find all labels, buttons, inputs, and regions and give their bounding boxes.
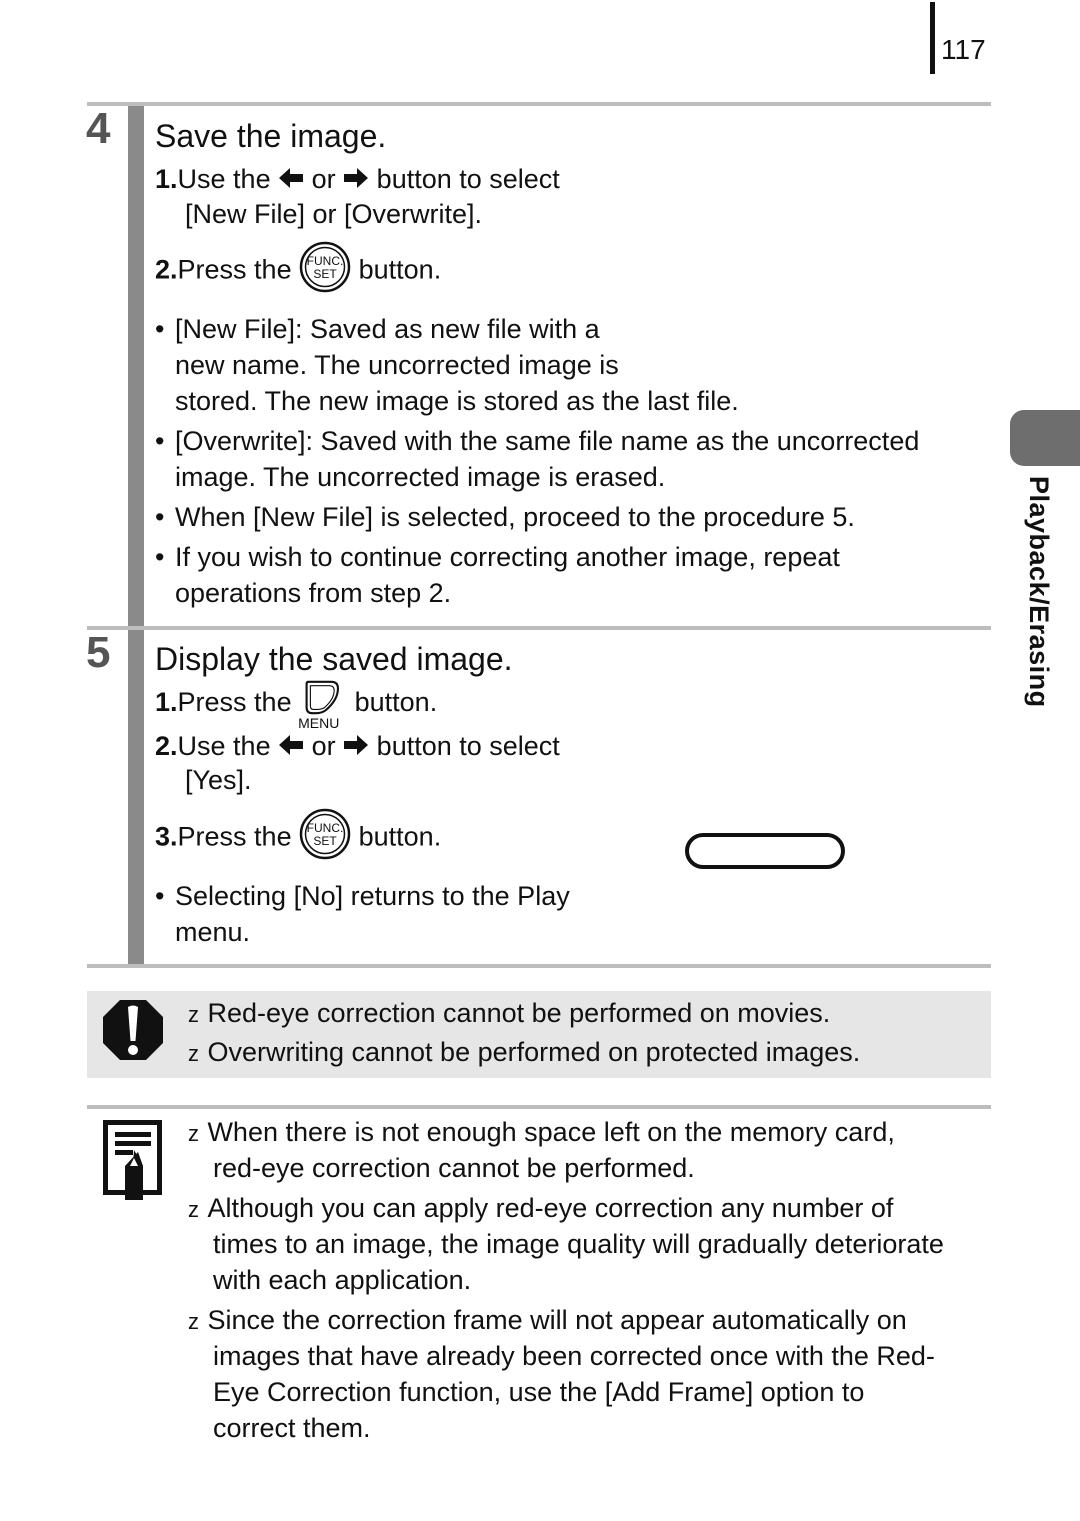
step-number: 4 [86,104,111,153]
caution-item: z Red-eye correction cannot be performed… [188,998,830,1029]
svg-text:FUNC.: FUNC. [307,821,344,835]
note-bullet-marker: z [188,1121,199,1146]
step-5-bar [128,630,144,964]
substep-text: or [311,731,336,761]
section-tab-label: Playback/Erasing [1024,476,1054,708]
note-item: z Since the correction frame will not ap… [188,1305,907,1335]
substep: 2.Press the FUNC. SET button. [155,241,441,302]
step-number: 5 [86,628,111,677]
func-set-button-icon: FUNC. SET [299,241,351,302]
step-4-bar [128,106,144,626]
page-number: 117 [941,34,986,65]
page-number-bar [930,2,935,74]
caution-item: z Overwriting cannot be performed on pro… [188,1037,860,1068]
step-5-top-rule [87,626,991,630]
substep-number: 2. [155,731,178,761]
substep-continuation: [New File] or [Overwrite]. [185,199,483,229]
note-line: correct them. [213,1413,371,1443]
note-bullet-marker: z [188,1309,199,1334]
note-item: z Although you can apply red-eye correct… [188,1193,894,1223]
step-4-top-rule [87,102,991,106]
substep: 2.Use the or button to select [155,728,560,766]
svg-text:FUNC.: FUNC. [307,254,344,268]
substep: 1.Press the MENU button. [155,680,438,730]
note-line: images that have already been corrected … [213,1341,935,1371]
right-arrow-icon [343,730,369,766]
substep-continuation: [Yes]. [185,765,252,795]
substep-text: Press the [177,254,292,285]
substep-text: Use the [177,731,271,761]
note-item: z When there is not enough space left on… [188,1117,895,1147]
substep-text: Press the [177,821,292,852]
step-title: Display the saved image. [155,641,513,677]
substep-text: button to select [376,731,560,761]
caution-icon [102,999,164,1061]
substep: 3.Press the FUNC. SET button. [155,808,441,869]
substep-text: Press the [177,687,292,717]
caution-bullet-marker: z [188,1041,199,1066]
substep-text: button. [358,821,442,852]
caution-text: Overwriting cannot be performed on prote… [207,1037,861,1067]
left-arrow-icon [278,730,304,766]
caution-text: Red-eye correction cannot be performed o… [207,998,831,1028]
substep-number: 2. [155,254,178,285]
func-set-button-icon: FUNC. SET [299,808,351,869]
note-bullet-marker: z [188,1197,199,1222]
notes-top-rule [87,1105,991,1109]
note-line: red-eye correction cannot be performed. [213,1153,695,1183]
caution-bullet-marker: z [188,1002,199,1027]
note-line: times to an image, the image quality wil… [213,1229,944,1259]
substep-number: 3. [155,821,178,852]
substep-text: Use the [177,164,271,194]
memo-pencil-icon [103,1120,165,1202]
right-arrow-icon [343,163,369,199]
substep-text: button. [358,254,442,285]
step-5-bottom-rule [87,964,991,968]
svg-text:SET: SET [313,834,337,848]
note-line: with each application. [213,1265,472,1295]
substep-text: button to select [376,164,560,194]
substep-text: or [311,164,336,194]
substep: 1.Use the or button to select [155,161,560,199]
section-tab-marker [1010,410,1080,466]
substep-number: 1. [155,687,178,717]
step-title: Save the image. [155,118,387,154]
lcd-button-graphic [685,833,845,869]
svg-text:SET: SET [313,267,337,281]
substep-number: 1. [155,164,178,194]
left-arrow-icon [278,163,304,199]
note-line: Eye Correction function, use the [Add Fr… [213,1377,865,1407]
substep-text: button. [354,687,438,717]
menu-button-icon: MENU [298,680,347,730]
